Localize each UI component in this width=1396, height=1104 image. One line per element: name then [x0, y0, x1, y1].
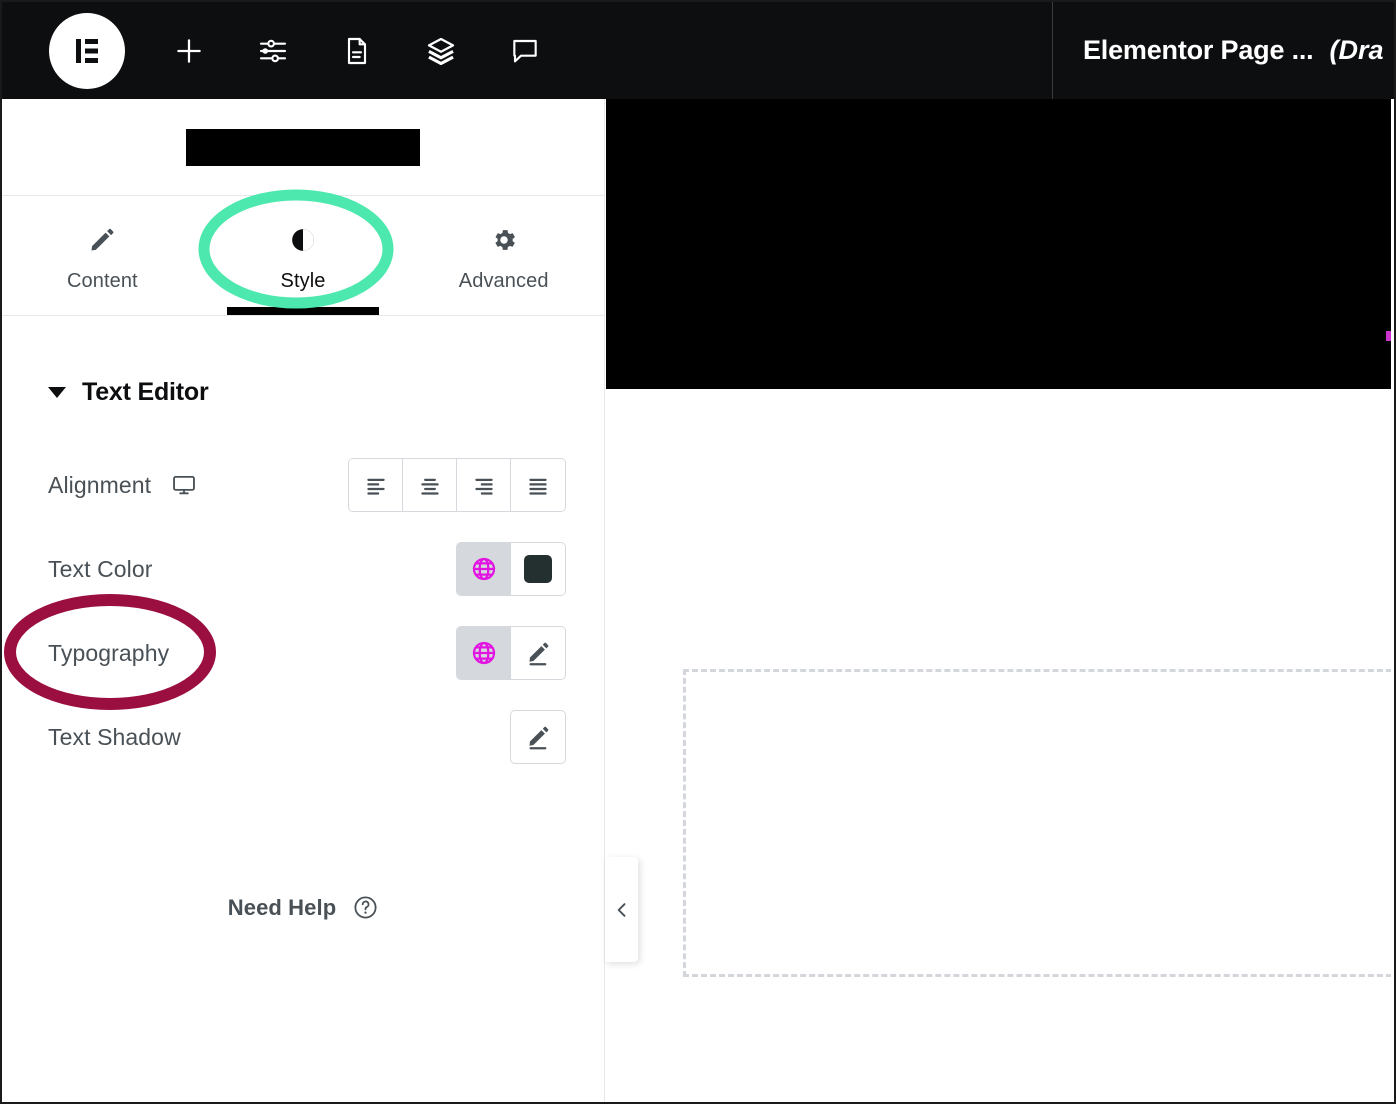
- text-color-swatch-button[interactable]: [511, 543, 565, 595]
- navigator-button[interactable]: [421, 31, 461, 71]
- chevron-down-icon: [48, 387, 66, 398]
- document-status: (Dra: [1329, 35, 1383, 66]
- tab-advanced-label: Advanced: [459, 270, 549, 293]
- gear-icon: [490, 226, 518, 254]
- need-help-label: Need Help: [228, 895, 336, 921]
- tab-style-label: Style: [281, 270, 326, 293]
- page-canvas: [606, 99, 1394, 1102]
- typography-group: [456, 626, 566, 680]
- control-text-shadow: Text Shadow: [48, 709, 566, 765]
- tab-content[interactable]: Content: [2, 196, 203, 315]
- tab-content-label: Content: [67, 270, 138, 293]
- control-typography: Typography: [48, 625, 566, 681]
- add-element-button[interactable]: [169, 31, 209, 71]
- elementor-logo-icon[interactable]: [49, 13, 125, 89]
- globe-icon[interactable]: [457, 627, 511, 679]
- page-settings-button[interactable]: [337, 31, 377, 71]
- document-title[interactable]: Elementor Page ...: [1083, 35, 1313, 66]
- text-color-value-group: [456, 542, 566, 596]
- control-text-color: Text Color: [48, 541, 566, 597]
- align-justify-button[interactable]: [511, 459, 565, 511]
- canvas-right-edge: [1391, 99, 1394, 1102]
- collapse-panel-button[interactable]: [605, 857, 638, 962]
- settings-button[interactable]: [253, 31, 293, 71]
- typography-edit-button[interactable]: [511, 627, 565, 679]
- document-title-area: Elementor Page ... (Dra: [1053, 2, 1384, 99]
- tab-style[interactable]: Style: [203, 196, 404, 315]
- canvas-redaction-block: [606, 99, 1394, 389]
- text-shadow-edit-button[interactable]: [510, 710, 566, 764]
- control-alignment: Alignment: [48, 457, 566, 513]
- panel-tabs: Content Style Advanced: [2, 196, 604, 316]
- desktop-icon[interactable]: [171, 472, 197, 498]
- alignment-button-group: [348, 458, 566, 512]
- toolbar-left-group: [2, 2, 1052, 99]
- text-shadow-value-group: [510, 710, 566, 764]
- question-circle-icon: [352, 894, 379, 921]
- need-help-button[interactable]: Need Help: [2, 894, 605, 921]
- text-color-label: Text Color: [48, 556, 153, 583]
- chat-bubble-icon[interactable]: [505, 31, 545, 71]
- editor-panel: Content Style Advanced: [2, 99, 605, 1102]
- controls-list: Alignment: [2, 457, 604, 765]
- widget-title-redaction: [186, 129, 420, 166]
- align-center-button[interactable]: [403, 459, 457, 511]
- color-swatch: [524, 555, 552, 583]
- typography-label: Typography: [48, 640, 169, 667]
- element-dropzone[interactable]: [683, 669, 1394, 977]
- globe-icon[interactable]: [457, 543, 511, 595]
- top-toolbar: Elementor Page ... (Dra: [2, 2, 1394, 99]
- alignment-label: Alignment: [48, 472, 151, 499]
- tab-advanced[interactable]: Advanced: [403, 196, 604, 315]
- elementor-editor-window: Elementor Page ... (Dra Content: [0, 0, 1396, 1104]
- contrast-icon: [289, 226, 317, 254]
- align-left-button[interactable]: [349, 459, 403, 511]
- text-color-group: [456, 542, 566, 596]
- pencil-icon: [88, 226, 116, 254]
- text-shadow-label: Text Shadow: [48, 724, 181, 751]
- section-text-editor-header[interactable]: Text Editor: [2, 316, 604, 407]
- active-tab-indicator: [227, 307, 379, 315]
- section-title: Text Editor: [82, 378, 209, 407]
- align-right-button[interactable]: [457, 459, 511, 511]
- typography-value-group: [456, 626, 566, 680]
- alignment-options: [348, 458, 566, 512]
- panel-header: [2, 99, 604, 196]
